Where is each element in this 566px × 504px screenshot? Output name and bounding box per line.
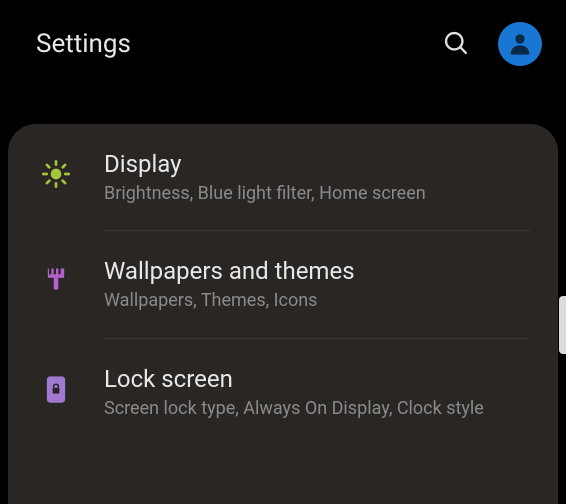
- settings-item-lockscreen[interactable]: Lock screen Screen lock type, Always On …: [8, 339, 558, 445]
- item-subtitle: Screen lock type, Always On Display, Clo…: [104, 397, 530, 421]
- search-button[interactable]: [438, 25, 474, 64]
- lock-icon: [42, 373, 70, 409]
- account-button[interactable]: [498, 22, 542, 66]
- page-title: Settings: [36, 29, 131, 59]
- settings-card: Display Brightness, Blue light filter, H…: [8, 124, 558, 504]
- icon-slot: [36, 150, 76, 194]
- text-slot: Lock screen Screen lock type, Always On …: [104, 365, 530, 421]
- item-subtitle: Wallpapers, Themes, Icons: [104, 289, 530, 313]
- settings-item-display[interactable]: Display Brightness, Blue light filter, H…: [8, 124, 558, 230]
- brightness-icon: [40, 158, 72, 194]
- item-title: Lock screen: [104, 365, 530, 393]
- text-slot: Wallpapers and themes Wallpapers, Themes…: [104, 257, 530, 313]
- header-actions: [438, 22, 542, 66]
- person-icon: [506, 29, 534, 60]
- text-slot: Display Brightness, Blue light filter, H…: [104, 150, 530, 206]
- brush-icon: [42, 265, 70, 297]
- search-icon: [442, 29, 470, 60]
- item-title: Wallpapers and themes: [104, 257, 530, 285]
- settings-item-wallpapers[interactable]: Wallpapers and themes Wallpapers, Themes…: [8, 231, 558, 337]
- icon-slot: [36, 365, 76, 409]
- header-bar: Settings: [0, 0, 566, 88]
- scroll-indicator[interactable]: [559, 296, 566, 354]
- item-title: Display: [104, 150, 530, 178]
- icon-slot: [36, 257, 76, 297]
- item-subtitle: Brightness, Blue light filter, Home scre…: [104, 182, 530, 206]
